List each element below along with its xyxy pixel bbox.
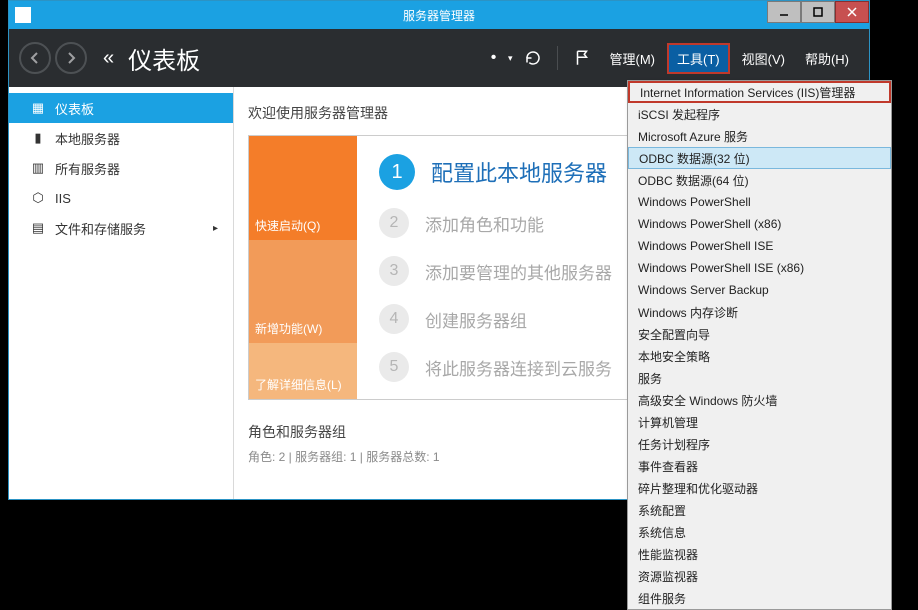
tools-item-powershell[interactable]: Windows PowerShell	[628, 191, 891, 213]
sidebar: ▦ 仪表板 ▮ 本地服务器 ▥ 所有服务器 ⬡ IIS ▤ 文件和存储服务 ▸	[9, 87, 234, 499]
breadcrumb-angles: «	[103, 47, 110, 70]
storage-icon: ▤	[31, 220, 45, 236]
back-button[interactable]	[19, 42, 51, 74]
refresh-button[interactable]	[519, 44, 547, 72]
quickstart-section[interactable]: 快速启动(Q)	[249, 136, 357, 240]
tools-item-component-services[interactable]: 组件服务	[628, 587, 891, 609]
minimize-button[interactable]	[767, 1, 801, 23]
step-number: 1	[379, 154, 415, 190]
window-title: 服务器管理器	[403, 7, 475, 24]
server-icon: ▮	[31, 130, 45, 146]
sidebar-item-storage[interactable]: ▤ 文件和存储服务 ▸	[9, 213, 233, 243]
step-number: 2	[379, 208, 409, 238]
servers-icon: ▥	[31, 160, 45, 176]
tools-item-defrag[interactable]: 碎片整理和优化驱动器	[628, 477, 891, 499]
tools-item-iis-manager[interactable]: Internet Information Services (IIS)管理器	[628, 81, 891, 103]
tools-item-azure[interactable]: Microsoft Azure 服务	[628, 125, 891, 147]
toolbar: « 仪表板 • ▾ 管理(M) 工具(T) 视图(V) 帮助(H)	[9, 29, 869, 87]
tools-item-system-config[interactable]: 系统配置	[628, 499, 891, 521]
dashboard-icon: ▦	[31, 100, 45, 116]
quickstart-sections: 快速启动(Q) 新增功能(W) 了解详细信息(L)	[249, 136, 357, 399]
step-text: 添加要管理的其他服务器	[425, 259, 612, 284]
maximize-button[interactable]	[801, 1, 835, 23]
step-text: 创建服务器组	[425, 307, 527, 332]
tools-item-perfmon[interactable]: 性能监视器	[628, 543, 891, 565]
menu-help[interactable]: 帮助(H)	[797, 45, 857, 72]
sidebar-item-label: 文件和存储服务	[55, 219, 146, 238]
tools-item-odbc32[interactable]: ODBC 数据源(32 位)	[628, 147, 891, 169]
menu-view[interactable]: 视图(V)	[734, 45, 793, 72]
sidebar-item-iis[interactable]: ⬡ IIS	[9, 183, 233, 213]
toolbar-separator	[557, 46, 558, 70]
sidebar-item-all-servers[interactable]: ▥ 所有服务器	[9, 153, 233, 183]
tools-item-event-viewer[interactable]: 事件查看器	[628, 455, 891, 477]
page-title: 仪表板	[128, 41, 200, 76]
tools-item-resmon[interactable]: 资源监视器	[628, 565, 891, 587]
sidebar-item-label: 仪表板	[55, 99, 94, 118]
tools-item-system-info[interactable]: 系统信息	[628, 521, 891, 543]
step-text: 添加角色和功能	[425, 211, 544, 236]
step-number: 4	[379, 304, 409, 334]
breadcrumb-dropdown[interactable]: • ▾	[491, 49, 513, 67]
tools-item-firewall[interactable]: 高级安全 Windows 防火墙	[628, 389, 891, 411]
menu-manage[interactable]: 管理(M)	[602, 45, 664, 72]
sidebar-item-local-server[interactable]: ▮ 本地服务器	[9, 123, 233, 153]
app-icon	[15, 7, 31, 23]
step-number: 5	[379, 352, 409, 382]
titlebar[interactable]: 服务器管理器	[9, 1, 869, 29]
whatsnew-section[interactable]: 新增功能(W)	[249, 240, 357, 344]
tools-item-server-backup[interactable]: Windows Server Backup	[628, 279, 891, 301]
tools-dropdown-menu: Internet Information Services (IIS)管理器 i…	[627, 80, 892, 610]
notifications-flag-icon[interactable]	[568, 44, 596, 72]
sidebar-item-dashboard[interactable]: ▦ 仪表板	[9, 93, 233, 123]
tools-item-security-config[interactable]: 安全配置向导	[628, 323, 891, 345]
window-controls	[767, 1, 869, 23]
tools-item-services[interactable]: 服务	[628, 367, 891, 389]
tools-item-powershell-ise[interactable]: Windows PowerShell ISE	[628, 235, 891, 257]
step-number: 3	[379, 256, 409, 286]
forward-button[interactable]	[55, 42, 87, 74]
learnmore-section[interactable]: 了解详细信息(L)	[249, 343, 357, 399]
chevron-right-icon: ▸	[213, 223, 223, 234]
step-text: 将此服务器连接到云服务	[425, 355, 612, 380]
tools-item-memory-diag[interactable]: Windows 内存诊断	[628, 301, 891, 323]
iis-icon: ⬡	[31, 190, 45, 206]
tools-item-iscsi[interactable]: iSCSI 发起程序	[628, 103, 891, 125]
tools-item-local-security[interactable]: 本地安全策略	[628, 345, 891, 367]
tools-item-task-scheduler[interactable]: 任务计划程序	[628, 433, 891, 455]
step-text: 配置此本地服务器	[431, 156, 607, 188]
tools-item-powershell-ise-x86[interactable]: Windows PowerShell ISE (x86)	[628, 257, 891, 279]
menu-tools[interactable]: 工具(T)	[667, 43, 730, 74]
tools-item-computer-mgmt[interactable]: 计算机管理	[628, 411, 891, 433]
sidebar-item-label: IIS	[55, 191, 71, 206]
close-button[interactable]	[835, 1, 869, 23]
sidebar-item-label: 本地服务器	[55, 129, 120, 148]
tools-item-odbc64[interactable]: ODBC 数据源(64 位)	[628, 169, 891, 191]
tools-item-powershell-x86[interactable]: Windows PowerShell (x86)	[628, 213, 891, 235]
sidebar-item-label: 所有服务器	[55, 159, 120, 178]
